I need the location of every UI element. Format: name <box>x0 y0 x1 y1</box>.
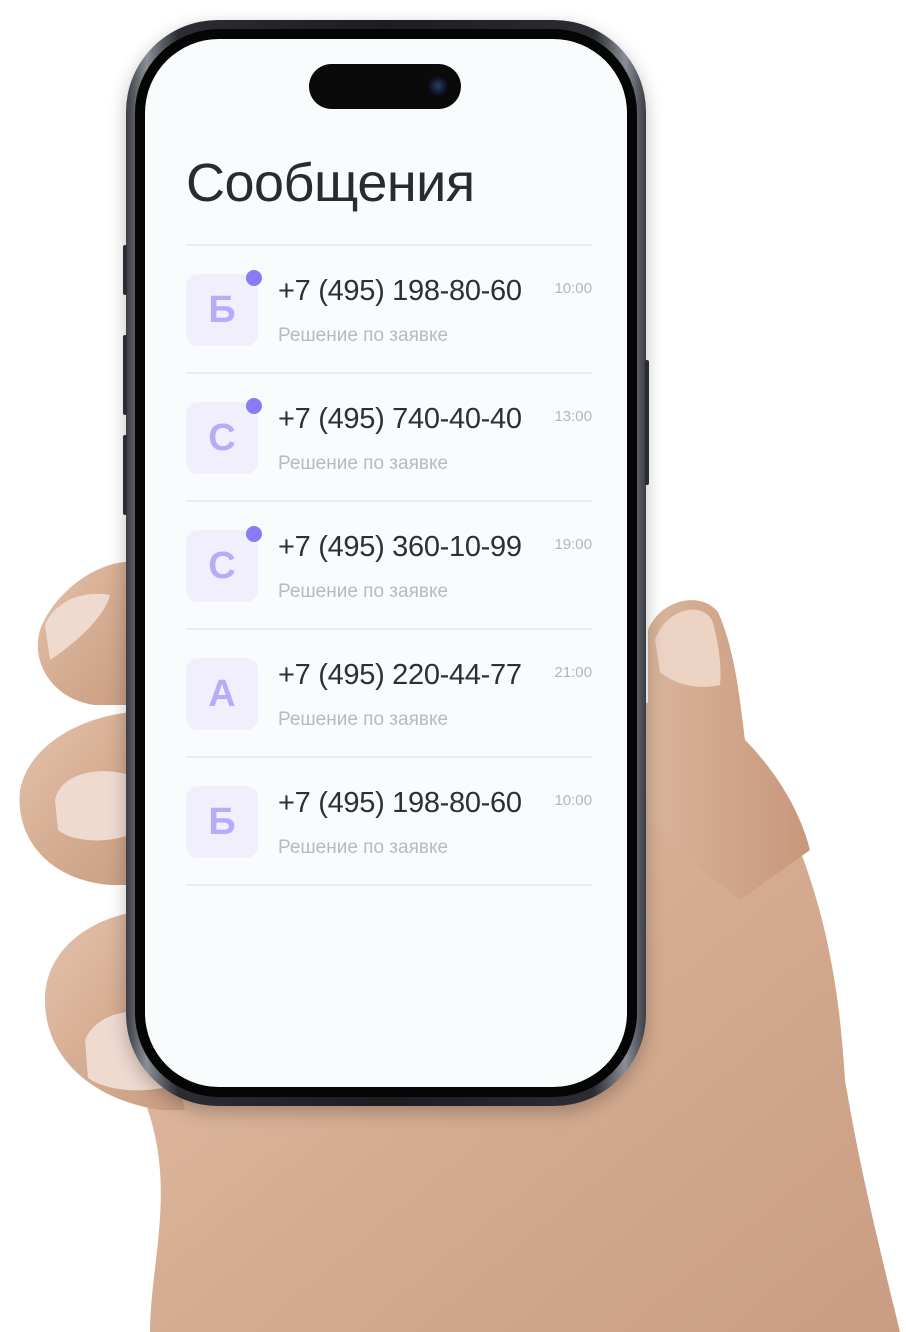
power-button <box>645 360 649 485</box>
message-time: 19:00 <box>554 536 592 553</box>
avatar: Б <box>186 274 258 346</box>
page-title: Сообщения <box>186 153 475 213</box>
message-row[interactable]: Б +7 (495) 198-80-60 10:00 Решение по за… <box>186 758 592 884</box>
message-preview: Решение по заявке <box>278 325 449 346</box>
message-time: 21:00 <box>554 664 592 681</box>
dynamic-island <box>309 64 461 109</box>
messages-list: Б +7 (495) 198-80-60 10:00 Решение по за… <box>186 244 592 886</box>
message-row[interactable]: Б +7 (495) 198-80-60 10:00 Решение по за… <box>186 246 592 372</box>
volume-up-button <box>123 335 127 415</box>
volume-down-button <box>123 435 127 515</box>
camera-icon <box>427 75 449 97</box>
unread-indicator <box>246 270 262 286</box>
avatar: С <box>186 402 258 474</box>
avatar: Б <box>186 786 258 858</box>
contact-phone: +7 (495) 198-80-60 <box>278 787 522 819</box>
contact-phone: +7 (495) 198-80-60 <box>278 275 522 307</box>
divider <box>186 884 592 886</box>
message-preview: Решение по заявке <box>278 581 449 602</box>
message-time: 13:00 <box>554 408 592 425</box>
message-row[interactable]: С +7 (495) 740-40-40 13:00 Решение по за… <box>186 374 592 500</box>
message-preview: Решение по заявке <box>278 709 449 730</box>
message-preview: Решение по заявке <box>278 837 449 858</box>
unread-indicator <box>246 526 262 542</box>
contact-phone: +7 (495) 740-40-40 <box>278 403 522 435</box>
phone-bezel: Сообщения Б +7 (495) 198-80-60 10:00 Реш… <box>135 29 637 1097</box>
message-time: 10:00 <box>554 280 592 297</box>
unread-indicator <box>246 398 262 414</box>
message-time: 10:00 <box>554 792 592 809</box>
avatar: С <box>186 530 258 602</box>
avatar: А <box>186 658 258 730</box>
phone-screen: Сообщения Б +7 (495) 198-80-60 10:00 Реш… <box>145 39 627 1087</box>
message-row[interactable]: А +7 (495) 220-44-77 21:00 Решение по за… <box>186 630 592 756</box>
contact-phone: +7 (495) 360-10-99 <box>278 531 522 563</box>
phone-device: Сообщения Б +7 (495) 198-80-60 10:00 Реш… <box>123 20 649 1106</box>
contact-phone: +7 (495) 220-44-77 <box>278 659 522 691</box>
action-button <box>123 245 127 295</box>
message-row[interactable]: С +7 (495) 360-10-99 19:00 Решение по за… <box>186 502 592 628</box>
message-preview: Решение по заявке <box>278 453 449 474</box>
